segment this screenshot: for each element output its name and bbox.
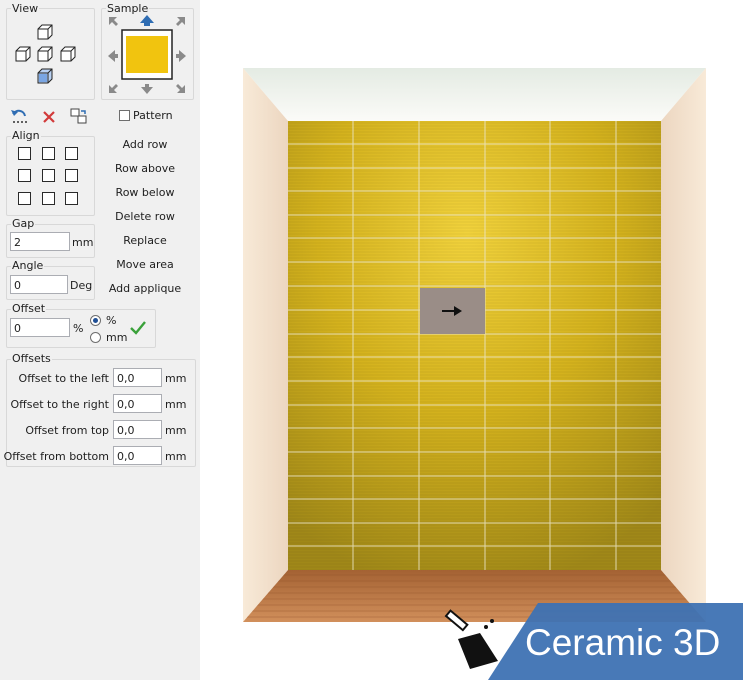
align-bottom-center-button[interactable] [42, 192, 55, 205]
add-row-button[interactable]: Add row [100, 138, 190, 151]
arrow-down-left-icon[interactable] [109, 84, 118, 93]
arrow-down-right-icon[interactable] [176, 84, 185, 93]
offset-percent-label: % [106, 314, 117, 327]
offset-bottom-unit: mm [165, 450, 187, 463]
undo-icon[interactable] [10, 108, 28, 124]
cube-center-icon[interactable] [37, 46, 53, 62]
sample-tile-preview [126, 36, 168, 73]
offset-left-label: Offset to the left [18, 372, 109, 385]
row-above-button[interactable]: Row above [100, 162, 190, 175]
arrow-right-icon[interactable] [176, 50, 186, 62]
arrow-up-left-icon[interactable] [109, 17, 118, 26]
align-middle-right-button[interactable] [65, 169, 78, 182]
align-top-left-button[interactable] [18, 147, 31, 160]
arrow-up-active-icon[interactable] [140, 15, 154, 26]
offset-mm-label: mm [106, 331, 128, 344]
delete-row-button[interactable]: Delete row [100, 210, 190, 223]
offset-percent-radio[interactable] [90, 315, 101, 326]
offset-right-input[interactable]: 0,0 [113, 394, 162, 413]
offset-top-input[interactable]: 0,0 [113, 420, 162, 439]
room-3d-view[interactable] [243, 68, 706, 622]
angle-input[interactable]: 0 [10, 275, 68, 294]
offset-left-input[interactable]: 0,0 [113, 368, 162, 387]
delete-icon[interactable] [42, 110, 56, 124]
offset-left-unit: mm [165, 372, 187, 385]
offsets-title: Offsets [11, 352, 52, 365]
logo-text: Ceramic 3D [525, 622, 720, 663]
offset-title: Offset [11, 302, 47, 315]
left-panel: View Sample Pattern Align Add row Row ab… [0, 0, 200, 680]
gap-title: Gap [11, 217, 36, 230]
offset-right-label: Offset to the right [10, 398, 109, 411]
angle-unit: Deg [70, 279, 93, 292]
align-bottom-right-button[interactable] [65, 192, 78, 205]
arrow-up-right-icon[interactable] [176, 17, 185, 26]
align-group-title: Align [11, 129, 41, 142]
align-middle-left-button[interactable] [18, 169, 31, 182]
align-top-center-button[interactable] [42, 147, 55, 160]
trowel-icon [444, 609, 498, 669]
offset-top-unit: mm [165, 424, 187, 437]
offset-input[interactable]: 0 [10, 318, 70, 337]
offset-bottom-label: Offset from bottom [3, 450, 109, 463]
replace-button[interactable]: Replace [100, 234, 190, 247]
angle-title: Angle [11, 259, 45, 272]
offset-bottom-input[interactable]: 0,0 [113, 446, 162, 465]
sample-arrows [108, 15, 186, 94]
offset-right-unit: mm [165, 398, 187, 411]
gap-input[interactable]: 2 [10, 232, 70, 251]
gap-unit: mm [72, 236, 94, 249]
ceiling [243, 68, 706, 121]
align-top-right-button[interactable] [65, 147, 78, 160]
move-area-button[interactable]: Move area [100, 258, 190, 271]
cube-bottom-selected-icon[interactable] [37, 68, 53, 84]
cube-left-icon[interactable] [15, 46, 31, 62]
align-center-button[interactable] [42, 169, 55, 182]
left-wall [243, 68, 288, 622]
cube-right-icon[interactable] [60, 46, 76, 62]
view-cubes [15, 24, 76, 84]
offset-top-label: Offset from top [25, 424, 109, 437]
arrow-left-icon[interactable] [108, 50, 118, 62]
view-group-title: View [11, 2, 40, 15]
pattern-label: Pattern [133, 109, 173, 122]
ceramic-3d-logo: Ceramic 3D [444, 603, 743, 680]
right-wall [661, 68, 706, 622]
row-below-button[interactable]: Row below [100, 186, 190, 199]
offset-mm-radio[interactable] [90, 332, 101, 343]
cube-top-icon[interactable] [37, 24, 53, 40]
apply-check-icon[interactable] [130, 320, 146, 335]
pattern-checkbox[interactable] [119, 110, 130, 121]
room-scene[interactable] [243, 68, 706, 622]
align-bottom-left-button[interactable] [18, 192, 31, 205]
offset-unit: % [73, 322, 84, 335]
swap-icon[interactable] [70, 108, 88, 125]
add-applique-button[interactable]: Add applique [100, 282, 190, 295]
arrow-down-icon[interactable] [141, 84, 153, 94]
